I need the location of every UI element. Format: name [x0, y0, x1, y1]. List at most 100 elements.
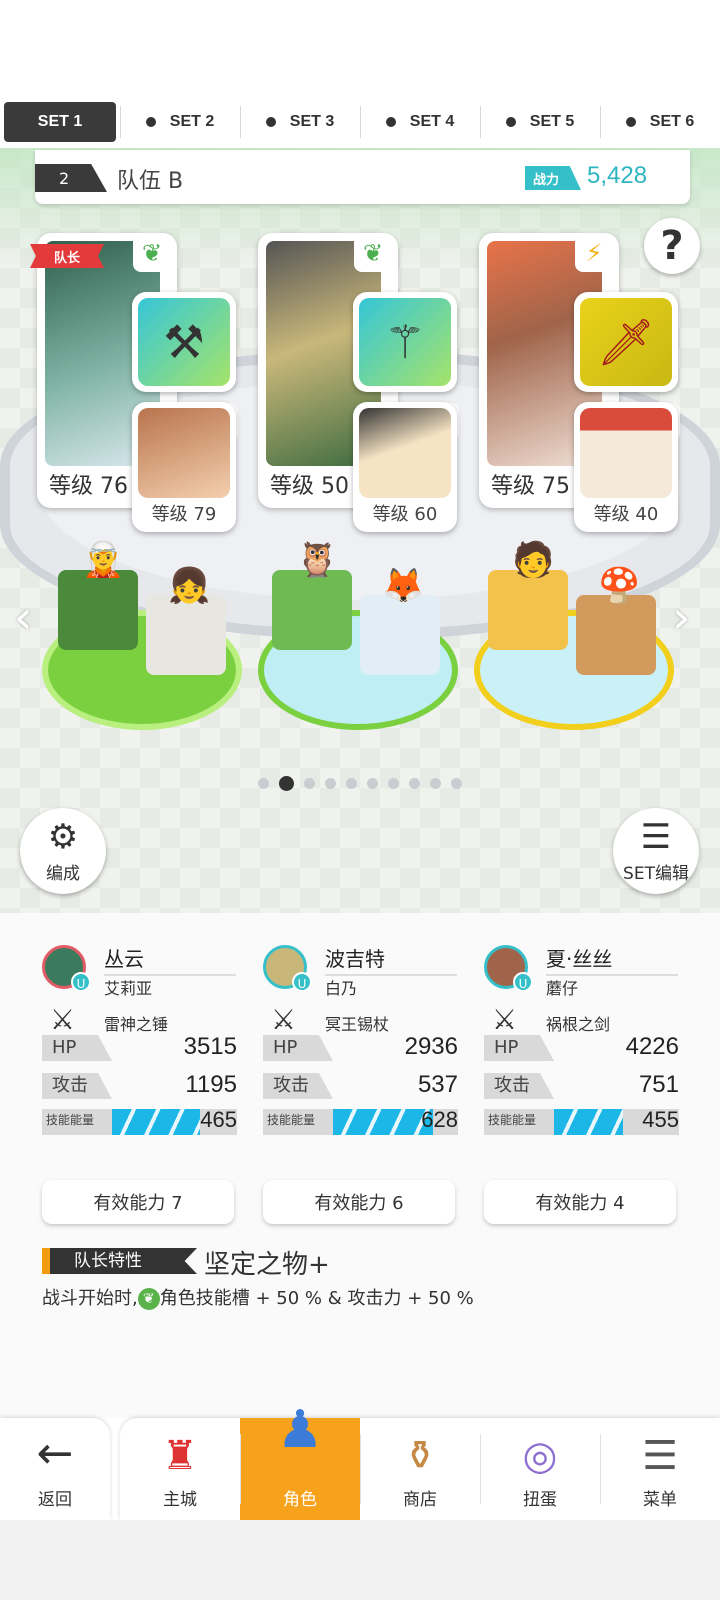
tab-label: SET 6	[649, 113, 695, 130]
leader-trait-name: 坚定之物+	[204, 1250, 330, 1280]
member-name: 丛云	[104, 943, 236, 976]
character-level: 等级 76	[45, 468, 132, 500]
skill-energy: 技能能量 455	[484, 1107, 679, 1135]
effective-ability-button-3[interactable]: 有效能力 4	[484, 1180, 676, 1224]
page-dot[interactable]	[304, 778, 315, 789]
sub-level: 等级 60	[372, 504, 438, 525]
stat-value: 4226	[625, 1033, 679, 1060]
leader-tag: 队长	[30, 244, 104, 268]
leaf-icon: ❦	[354, 234, 392, 272]
energy-label: 技能能量	[488, 1113, 537, 1127]
back-button[interactable]: ← 返回	[0, 1418, 110, 1520]
nav-character[interactable]: ♟ 角色	[240, 1400, 360, 1520]
next-arrow-icon[interactable]: ›	[672, 590, 690, 644]
member-weapon: 祸根之剑	[546, 1015, 611, 1034]
member-name: 夏·丝丝	[546, 943, 678, 976]
nav-group: ♜ 主城 ♟ 角色 ⚱ 商店 ◎ 扭蛋 ☰ 菜单	[120, 1400, 720, 1520]
weapon-card-3[interactable]: 🗡	[574, 292, 678, 392]
back-label: 返回	[38, 1490, 72, 1510]
leader-trait-label: 队长特性	[42, 1248, 197, 1274]
page-dot[interactable]	[430, 778, 441, 789]
effective-ability-button-2[interactable]: 有效能力 6	[263, 1180, 455, 1224]
prev-arrow-icon[interactable]: ‹	[14, 590, 32, 644]
stat-value: 537	[417, 1071, 458, 1098]
block	[146, 595, 226, 675]
help-button[interactable]: ?	[644, 218, 700, 274]
nav-shop[interactable]: ⚱ 商店	[360, 1418, 480, 1520]
tab-set-3[interactable]: SET 3	[240, 100, 360, 144]
nav-label: 主城	[163, 1490, 197, 1510]
page-dot[interactable]	[325, 778, 336, 789]
hp-stat: HP 3515	[42, 1033, 237, 1063]
team-number: 2	[35, 164, 107, 192]
energy-value: 628	[421, 1107, 458, 1132]
nav-label: 角色	[283, 1490, 317, 1510]
lightning-icon: ⚡	[575, 234, 613, 272]
page-dot[interactable]	[409, 778, 420, 789]
tab-set-2[interactable]: SET 2	[120, 100, 240, 144]
set-edit-button[interactable]: ☰ SET编辑	[613, 808, 699, 894]
energy-value: 465	[200, 1107, 237, 1132]
member-name: 波吉特	[325, 943, 457, 976]
tab-label: SET 4	[409, 113, 455, 130]
atk-stat: 攻击 537	[263, 1071, 458, 1101]
menu-icon: ☰	[642, 1433, 678, 1479]
skill-energy: 技能能量 465	[42, 1107, 237, 1135]
u-badge-icon: U	[292, 972, 312, 992]
hp-stat: HP 2936	[263, 1033, 458, 1063]
nav-gacha[interactable]: ◎ 扭蛋	[480, 1418, 600, 1520]
page-dot[interactable]	[388, 778, 399, 789]
stat-label: HP	[263, 1035, 333, 1061]
block	[576, 595, 656, 675]
leaf-icon: ❦	[137, 1288, 160, 1310]
stat-value: 1195	[185, 1071, 237, 1098]
nav-menu[interactable]: ☰ 菜单	[600, 1418, 720, 1520]
weapon-icon: ⚔	[50, 1003, 76, 1036]
team-name[interactable]: 队伍 B	[117, 163, 183, 195]
stat-label: 攻击	[484, 1073, 554, 1099]
avatar[interactable]: U	[42, 945, 91, 992]
energy-bar-fill	[554, 1109, 623, 1135]
avatar[interactable]: U	[263, 945, 312, 992]
weapon-icon: ⚔	[271, 1003, 297, 1036]
block	[488, 570, 568, 650]
dot-icon	[145, 117, 156, 127]
page-dot[interactable]	[367, 778, 378, 789]
leaf-icon: ❦	[133, 234, 171, 272]
sub-character-card-1[interactable]: 等级 79	[132, 402, 236, 532]
weapon-card-2[interactable]: ⚚	[353, 292, 457, 392]
page-dot[interactable]	[258, 778, 269, 789]
nav-main-city[interactable]: ♜ 主城	[120, 1418, 240, 1520]
effective-ability-button-1[interactable]: 有效能力 7	[42, 1180, 234, 1224]
stat-label: 攻击	[42, 1073, 112, 1099]
tab-set-5[interactable]: SET 5	[480, 100, 600, 144]
nav-label: 商店	[403, 1490, 437, 1510]
tab-label: SET 1	[37, 113, 83, 130]
block	[360, 595, 440, 675]
hammer-icon: ⚒	[138, 298, 230, 386]
weapon-card-1[interactable]: ⚒	[132, 292, 236, 392]
character-sprite: 👧	[168, 566, 211, 606]
back-arrow-icon: ←	[36, 1428, 74, 1479]
formation-button[interactable]: ⚙ 编成	[20, 808, 106, 894]
avatar[interactable]: U	[484, 945, 533, 992]
staff-icon: ⚚	[359, 298, 451, 386]
tab-set-4[interactable]: SET 4	[360, 100, 480, 144]
tab-set-6[interactable]: SET 6	[600, 100, 720, 144]
character-sprite: 🧑	[512, 540, 555, 580]
sub-character-card-3[interactable]: 等级 40	[574, 402, 678, 532]
gacha-icon: ◎	[522, 1433, 558, 1479]
shop-icon: ⚱	[403, 1433, 437, 1479]
page-dot-active[interactable]	[279, 776, 294, 791]
trait-desc-prefix: 战斗开始时,	[42, 1288, 138, 1309]
member-weapon: 雷神之锤	[104, 1015, 169, 1034]
stat-label: HP	[484, 1035, 554, 1061]
tab-label: SET 3	[289, 113, 335, 130]
tab-set-1[interactable]: SET 1	[4, 102, 116, 142]
sub-character-card-2[interactable]: 等级 60	[353, 402, 457, 532]
page-dot[interactable]	[346, 778, 357, 789]
member-sub-name: 艾莉亚	[104, 979, 153, 998]
skill-energy: 技能能量 628	[263, 1107, 458, 1135]
bottom-nav: ← 返回 ♜ 主城 ♟ 角色 ⚱ 商店 ◎ 扭蛋 ☰ 菜单	[0, 1400, 720, 1520]
page-dot[interactable]	[451, 778, 462, 789]
